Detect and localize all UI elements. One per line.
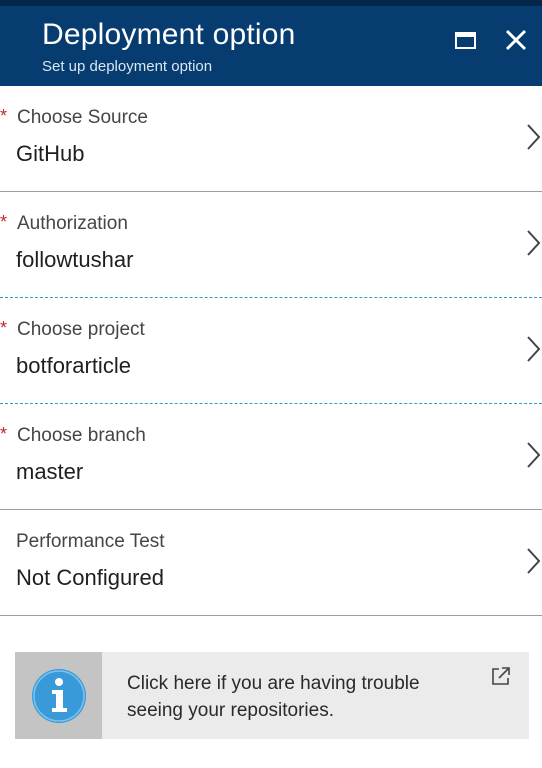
row-performance-test[interactable]: Performance Test Not Configured — [0, 510, 542, 616]
chevron-right-icon — [524, 228, 542, 258]
chevron-right-icon — [524, 546, 542, 576]
row-choose-source[interactable]: * Choose Source GitHub — [0, 86, 542, 192]
chevron-right-icon — [524, 334, 542, 364]
chevron-right-icon — [524, 440, 542, 470]
info-icon-panel — [15, 652, 102, 739]
info-text: Click here if you are having trouble see… — [127, 673, 420, 721]
external-link-icon — [491, 666, 511, 686]
row-value: botforarticle — [16, 353, 131, 378]
settings-list: * Choose Source GitHub * Authorization f… — [0, 86, 542, 616]
row-choose-project[interactable]: * Choose project botforarticle — [0, 298, 542, 404]
blade-subtitle: Set up deployment option — [42, 58, 213, 75]
info-icon — [32, 669, 86, 723]
row-value: master — [16, 459, 84, 484]
required-marker: * — [0, 424, 8, 444]
row-label: Choose branch — [17, 425, 146, 446]
row-authorization[interactable]: * Authorization followtushar — [0, 192, 542, 298]
row-label: Authorization — [17, 213, 128, 234]
blade-header: Deployment option Set up deployment opti… — [0, 0, 542, 86]
row-value: GitHub — [16, 141, 85, 166]
close-button[interactable] — [500, 24, 532, 56]
close-icon — [505, 29, 527, 51]
repositories-help-link[interactable]: Click here if you are having trouble see… — [15, 652, 529, 739]
chevron-right-icon — [524, 122, 542, 152]
row-label: Choose Source — [17, 107, 148, 128]
blade-title: Deployment option — [42, 18, 296, 51]
row-value: followtushar — [16, 247, 134, 272]
row-value: Not Configured — [16, 565, 164, 590]
row-label: Choose project — [17, 319, 145, 340]
row-choose-branch[interactable]: * Choose branch master — [0, 404, 542, 510]
maximize-icon — [455, 32, 476, 49]
required-marker: * — [0, 106, 8, 126]
maximize-button[interactable] — [450, 26, 480, 56]
required-marker: * — [0, 212, 8, 232]
required-marker: * — [0, 318, 8, 338]
row-label: Performance Test — [16, 531, 165, 552]
